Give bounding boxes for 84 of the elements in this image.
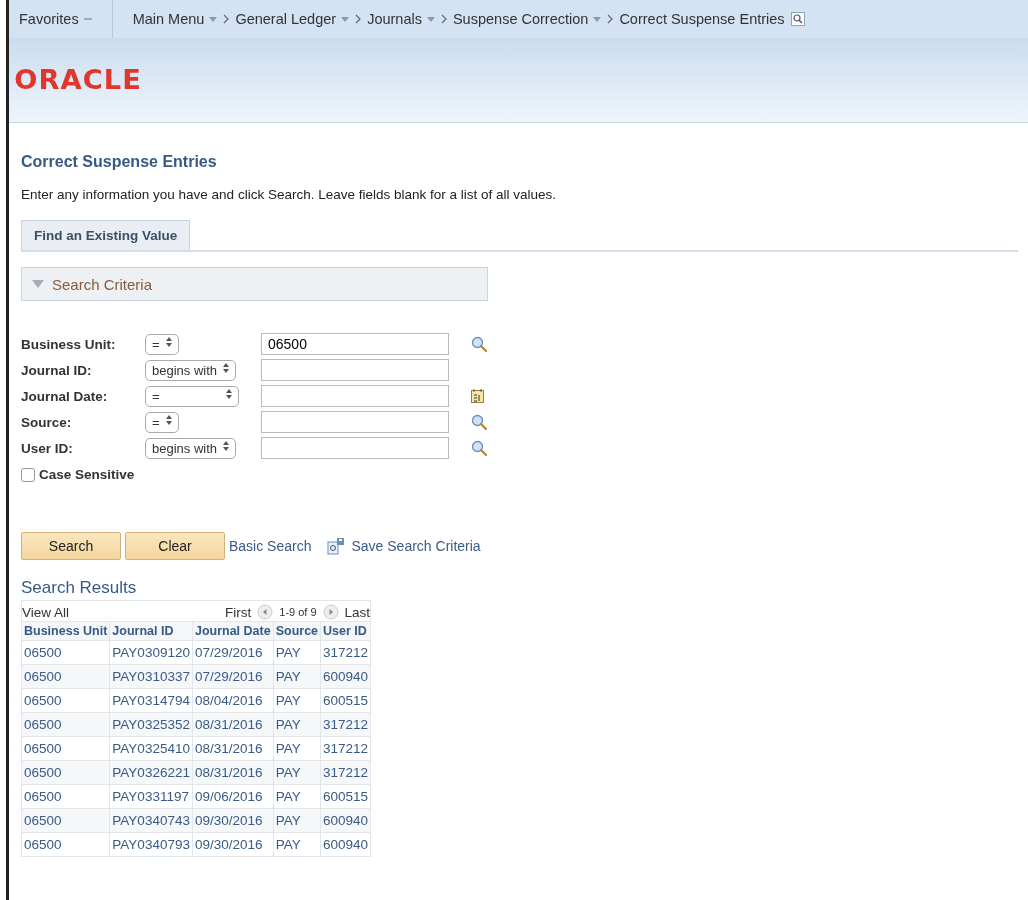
breadcrumb-link[interactable]: Journals [367, 11, 435, 27]
table-cell[interactable]: PAY [273, 832, 321, 857]
section-title: Search Results [21, 578, 138, 598]
calendar-icon[interactable] [471, 389, 484, 403]
page-range: 1-9 of 9 [279, 606, 317, 618]
tab[interactable]: Find an Existing Value [21, 220, 191, 250]
next-icon[interactable] [322, 604, 339, 620]
table-cell[interactable]: 317212 [320, 736, 371, 761]
field-label: Business Unit: [21, 336, 117, 352]
operator-select[interactable]: = [145, 385, 239, 407]
updown-icon [165, 414, 172, 425]
text-field[interactable] [261, 411, 449, 433]
oracle-logo: ORACLE [13, 65, 142, 95]
field-label: Journal ID: [21, 362, 93, 378]
chevron-icon [223, 14, 230, 24]
table-cell[interactable]: PAY [273, 688, 321, 713]
table-cell[interactable]: PAY0309120 [109, 640, 193, 665]
text-field[interactable] [261, 437, 449, 459]
view-all-link[interactable]: View All [22, 604, 70, 620]
updown-icon [223, 440, 230, 451]
breadcrumb-link[interactable]: Correct Suspense Entries [619, 11, 785, 27]
chevron-icon [607, 14, 614, 24]
instruction-text: Enter any information you have and click Search. Leave fields blank for a list of all values. [21, 187, 558, 202]
breadcrumb-link[interactable]: Suspense Correction [452, 11, 602, 27]
last-link[interactable]: Last [344, 604, 371, 620]
table-cell[interactable]: 06500 [21, 808, 110, 833]
table-cell[interactable]: PAY0325410 [109, 736, 193, 761]
table-cell[interactable]: PAY [273, 640, 321, 665]
table-cell[interactable]: PAY [273, 784, 321, 809]
chevron-icon [440, 14, 447, 24]
table-cell[interactable]: 08/31/2016 [192, 736, 274, 761]
previous-icon[interactable] [257, 604, 274, 620]
page-title: Correct Suspense Entries [21, 153, 218, 171]
table-cell[interactable]: 06500 [21, 712, 110, 737]
table-cell[interactable]: 09/30/2016 [192, 832, 274, 857]
text-field[interactable]: 06500 [261, 333, 449, 355]
link[interactable]: Save Search Criteria [351, 538, 481, 554]
table-cell[interactable]: 317212 [320, 640, 371, 665]
table-cell[interactable]: 06500 [21, 736, 110, 761]
search-icon[interactable] [471, 414, 487, 430]
page-search-icon[interactable] [790, 12, 805, 26]
field-label: User ID: [21, 440, 74, 456]
search-icon[interactable] [471, 440, 487, 456]
table-cell[interactable]: 06500 [21, 640, 110, 665]
breadcrumb-link[interactable]: General Ledger [235, 11, 350, 27]
table-cell[interactable]: 600940 [320, 832, 371, 857]
field-label: Journal Date: [21, 388, 109, 404]
operator-select[interactable]: begins with [145, 359, 237, 381]
chevron-icon [355, 14, 362, 24]
text-field[interactable] [261, 359, 449, 381]
breadcrumb-link[interactable]: Main Menu [132, 11, 218, 27]
text-field[interactable] [261, 385, 449, 407]
table-cell[interactable]: 06500 [21, 664, 110, 689]
search-criteria-header[interactable]: Search Criteria [21, 267, 488, 301]
operator-select[interactable]: = [145, 333, 179, 355]
search-icon[interactable] [471, 336, 487, 352]
action-button[interactable]: Search [21, 532, 121, 560]
updown-icon [226, 388, 232, 399]
checkbox-label: Case Sensitive [39, 467, 135, 482]
table-cell[interactable]: 06500 [21, 832, 110, 857]
updown-icon [223, 362, 230, 373]
table-cell[interactable]: 06500 [21, 688, 110, 713]
table-cell[interactable]: 06500 [21, 760, 110, 785]
table-cell[interactable]: PAY0331197 [109, 784, 193, 809]
action-button[interactable]: Clear [125, 532, 225, 560]
table-cell[interactable]: PAY [273, 736, 321, 761]
table-cell[interactable]: 08/04/2016 [192, 688, 274, 713]
updown-icon [165, 336, 172, 347]
table-cell[interactable]: PAY0314794 [109, 688, 193, 713]
table-cell[interactable]: 600515 [320, 784, 371, 809]
save-search-icon[interactable] [327, 537, 346, 555]
checkbox[interactable] [21, 467, 35, 482]
column-header[interactable]: Business Unit [21, 621, 110, 641]
field-label: Source: [21, 414, 73, 430]
table-cell[interactable]: 09/06/2016 [192, 784, 274, 809]
table-cell[interactable]: 600515 [320, 688, 371, 713]
table-cell[interactable]: PAY0340793 [109, 832, 193, 857]
operator-select[interactable]: begins with [145, 437, 237, 459]
first-link[interactable]: First [225, 604, 252, 620]
table-cell[interactable]: 07/29/2016 [192, 640, 274, 665]
section-title: Search Criteria [52, 275, 153, 293]
link[interactable]: Basic Search [229, 538, 312, 554]
table-cell[interactable]: 06500 [21, 784, 110, 809]
operator-select[interactable]: = [145, 411, 179, 433]
